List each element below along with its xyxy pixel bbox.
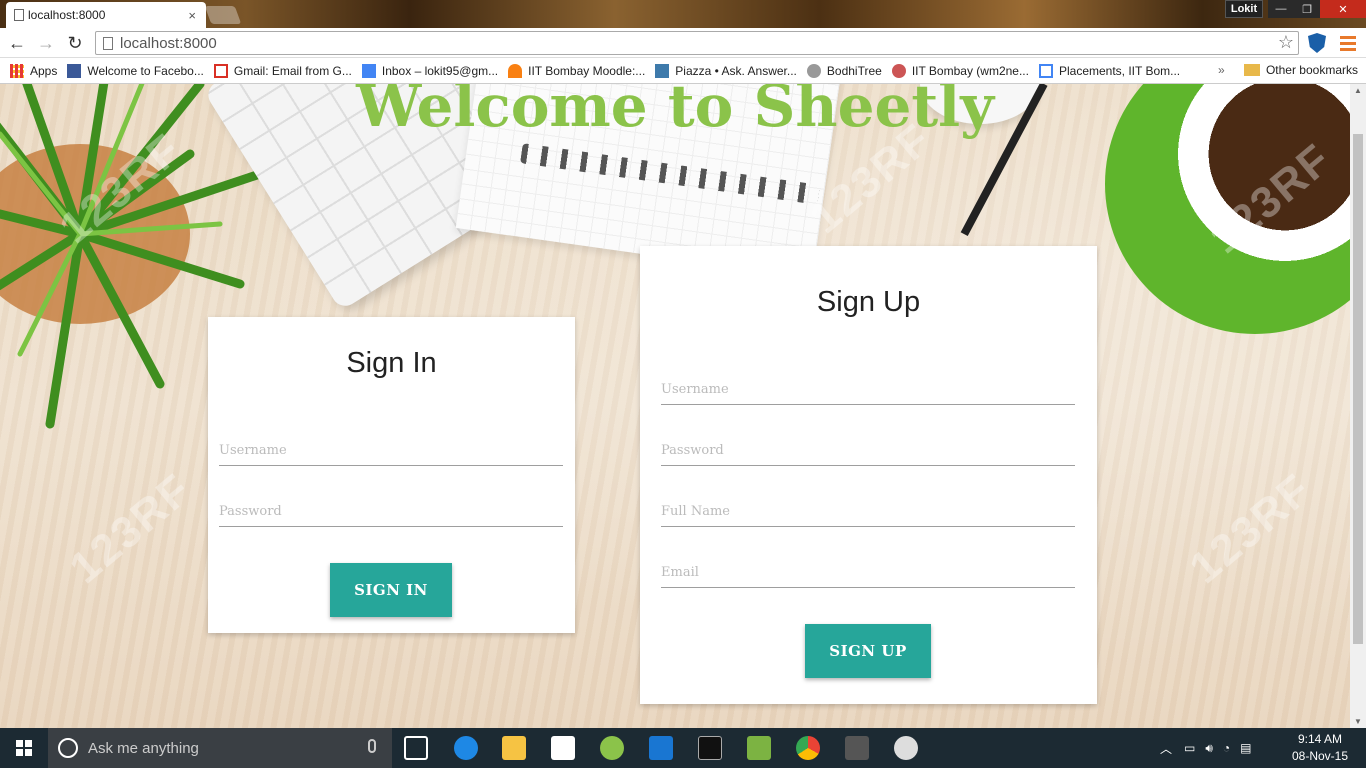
mail-icon[interactable] (551, 736, 575, 760)
folder-icon (1243, 64, 1260, 76)
scroll-down-icon[interactable]: ▼ (1354, 717, 1362, 726)
signin-username-input[interactable] (219, 430, 563, 465)
bookmark-placements[interactable]: Placements, IIT Bom... (1038, 63, 1180, 78)
edge-icon[interactable] (454, 736, 478, 760)
profile-button[interactable]: Lokit (1225, 0, 1263, 18)
signup-username-input[interactable] (661, 369, 1075, 404)
signup-email-field (661, 552, 1075, 588)
cortana-icon (58, 738, 78, 758)
chrome-icon[interactable] (796, 736, 820, 760)
piazza-icon (655, 63, 670, 78)
browser-titlebar: localhost:8000 × Lokit — ❐ ✕ (0, 0, 1366, 28)
app-green-icon[interactable] (600, 736, 624, 760)
bookmark-bodhitree[interactable]: BodhiTree (806, 63, 882, 78)
address-bar-url: localhost:8000 (120, 34, 217, 52)
signup-email-input[interactable] (661, 552, 1075, 587)
signup-fullname-field (661, 491, 1075, 527)
forward-button[interactable]: → (35, 32, 57, 54)
start-button[interactable] (0, 728, 48, 768)
paint-icon[interactable] (894, 736, 918, 760)
signin-button[interactable]: SIGN IN (330, 563, 452, 617)
bookmark-moodle[interactable]: IIT Bombay Moodle:... (508, 63, 645, 78)
new-tab-button[interactable] (204, 6, 242, 24)
taskbar-clock[interactable]: 9:14 AM 08-Nov-15 (1290, 731, 1350, 765)
signin-title: Sign In (346, 347, 437, 379)
minimize-button[interactable]: — (1268, 0, 1294, 18)
bookmark-piazza[interactable]: Piazza • Ask. Answer... (655, 63, 797, 78)
page-scrollbar[interactable]: ▲ ▼ (1350, 84, 1366, 728)
show-hidden-icons-icon[interactable]: ︿ (1160, 740, 1172, 757)
gmail-icon (213, 63, 228, 78)
signin-password-input[interactable] (219, 491, 563, 526)
bookmark-inbox[interactable]: Inbox – lokit95@gm... (361, 63, 498, 78)
reload-button[interactable]: ↻ (64, 32, 86, 54)
restore-button[interactable]: ❐ (1294, 0, 1320, 18)
bookmark-facebook[interactable]: Welcome to Facebo... (67, 63, 204, 78)
signup-title: Sign Up (816, 286, 921, 318)
signup-card: Sign Up SIGN UP (640, 246, 1097, 704)
bookmarks-bar: Apps Welcome to Facebo... Gmail: Email f… (0, 58, 1366, 84)
search-placeholder: Ask me anything (88, 739, 199, 757)
iitb-icon (891, 63, 906, 78)
bookmark-star-icon[interactable]: ☆ (1278, 32, 1294, 53)
wifi-icon[interactable]: ◔ (1223, 741, 1230, 755)
clock-time: 9:14 AM (1297, 732, 1343, 746)
signup-button[interactable]: SIGN UP (805, 624, 931, 678)
page-viewport: 123RF 123RF 123RF 123RF 123RF Welcome to… (0, 84, 1350, 728)
facebook-icon (67, 63, 82, 78)
page-title: Welcome to Sheetly (356, 84, 994, 140)
task-view-icon[interactable] (404, 736, 428, 760)
signin-password-field (219, 491, 563, 527)
drive-icon[interactable] (747, 736, 771, 760)
windows-logo-icon (16, 740, 32, 756)
signup-fullname-input[interactable] (661, 491, 1075, 526)
close-window-button[interactable]: ✕ (1320, 0, 1366, 18)
bookmarks-overflow-icon[interactable]: » (1218, 63, 1225, 77)
cortana-search-box[interactable]: Ask me anything (48, 728, 392, 768)
tab-title: localhost:8000 (28, 8, 106, 22)
address-bar[interactable]: localhost:8000 ☆ (95, 31, 1299, 55)
battery-icon[interactable]: ▭ (1184, 741, 1195, 755)
microphone-icon[interactable] (368, 739, 376, 753)
bookmark-gmail[interactable]: Gmail: Email from G... (213, 63, 352, 78)
action-center-icon[interactable]: ▤ (1240, 741, 1251, 755)
page-favicon-icon (14, 9, 24, 21)
back-button[interactable]: ← (6, 32, 28, 54)
inbox-icon (361, 63, 376, 78)
tab-close-icon[interactable]: × (188, 8, 196, 23)
powershell-icon[interactable] (649, 736, 673, 760)
signup-password-input[interactable] (661, 430, 1075, 465)
chrome-menu-icon[interactable] (1340, 36, 1356, 52)
windows-taskbar: Ask me anything ︿ ▭ 🔊︎ ◔ ▤ 9:14 AM 08-No… (0, 728, 1366, 768)
signin-card: Sign In SIGN IN (208, 317, 575, 633)
signup-password-field (661, 430, 1075, 466)
bodhitree-icon (806, 63, 821, 78)
document-icon (1038, 63, 1053, 78)
apps-grid-icon (10, 63, 24, 78)
signup-username-field (661, 369, 1075, 405)
sublime-text-icon[interactable] (845, 736, 869, 760)
terminal-icon[interactable] (698, 736, 722, 760)
file-explorer-icon[interactable] (502, 736, 526, 760)
moodle-icon (508, 63, 523, 78)
other-bookmarks[interactable]: Other bookmarks (1243, 63, 1358, 77)
signin-username-field (219, 430, 563, 466)
tab-localhost[interactable]: localhost:8000 × (6, 2, 206, 28)
page-icon (103, 37, 113, 50)
scroll-up-icon[interactable]: ▲ (1354, 86, 1362, 95)
volume-icon[interactable]: 🔊︎ (1205, 741, 1213, 756)
clock-date: 08-Nov-15 (1291, 749, 1349, 763)
bookmark-iitb[interactable]: IIT Bombay (wm2ne... (891, 63, 1029, 78)
system-tray: ︿ ▭ 🔊︎ ◔ ▤ (1160, 728, 1252, 768)
bookmark-apps[interactable]: Apps (10, 63, 57, 78)
scrollbar-thumb[interactable] (1353, 134, 1363, 644)
browser-toolbar: ← → ↻ localhost:8000 ☆ (0, 28, 1366, 58)
